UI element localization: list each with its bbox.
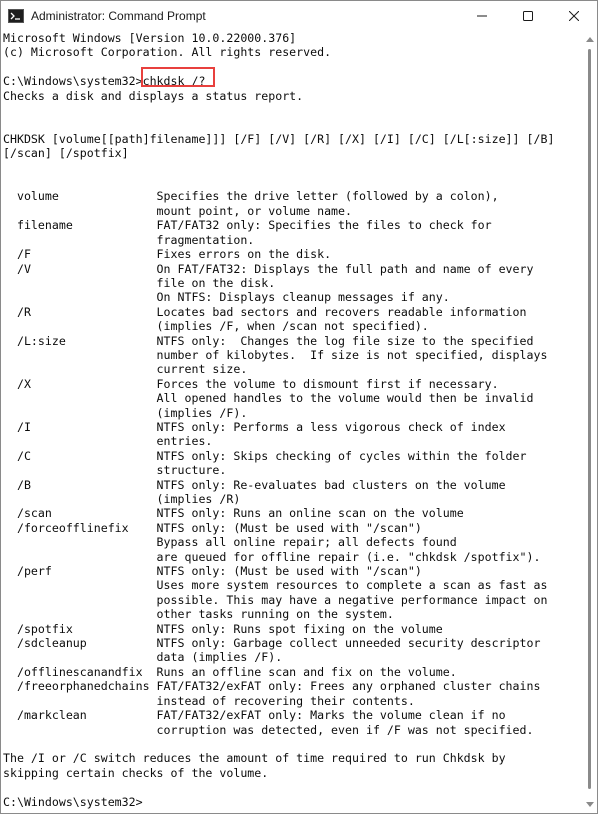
console-line: file on the disk.: [3, 275, 276, 290]
console-line: number of kilobytes. If size is not spec…: [3, 347, 548, 362]
console-output: Microsoft Windows [Version 10.0.22000.37…: [3, 31, 554, 809]
console-line: /markclean FAT/FAT32/exFAT only: Marks t…: [3, 708, 506, 723]
console-line: Checks a disk and displays a status repo…: [3, 88, 304, 103]
console-area[interactable]: Microsoft Windows [Version 10.0.22000.37…: [1, 31, 583, 813]
console-line: /L:size NTFS only: Changes the log file …: [3, 333, 534, 348]
console-line: /R Locates bad sectors and recovers read…: [3, 304, 527, 319]
scrollbar-thumb[interactable]: [588, 49, 591, 789]
console-line: entries.: [3, 434, 213, 449]
console-line: /scan NTFS only: Runs an online scan on …: [3, 506, 464, 521]
console-line: (c) Microsoft Corporation. All rights re…: [3, 45, 332, 60]
console-line: /V On FAT/FAT32: Displays the full path …: [3, 261, 534, 276]
cmd-icon: [8, 8, 24, 24]
maximize-button[interactable]: [505, 1, 551, 31]
console-line: /sdcleanup NTFS only: Garbage collect un…: [3, 636, 541, 651]
console-line: The /I or /C switch reduces the amount o…: [3, 751, 506, 766]
console-line: corruption was detected, even if /F was …: [3, 722, 534, 737]
console-line: /I NTFS only: Performs a less vigorous c…: [3, 419, 506, 434]
console-line: C:\Windows\system32>chkdsk /?: [3, 74, 206, 89]
console-line: current size.: [3, 362, 248, 377]
console-line: /F Fixes errors on the disk.: [3, 247, 332, 262]
console-line: C:\Windows\system32>: [3, 794, 143, 809]
console-line: instead of recovering their contents.: [3, 693, 415, 708]
console-line: /X Forces the volume to dismount first i…: [3, 376, 499, 391]
console-line: [/scan] [/spotfix]: [3, 146, 129, 161]
close-icon: [569, 11, 579, 21]
command-prompt-window: Administrator: Command Prompt Microsoft …: [0, 0, 598, 814]
console-line: /C NTFS only: Skips checking of cycles w…: [3, 448, 527, 463]
console-line: /B NTFS only: Re-evaluates bad clusters …: [3, 477, 506, 492]
console-line: volume Specifies the drive letter (follo…: [3, 189, 499, 204]
console-line: (implies /R): [3, 492, 241, 506]
minimize-button[interactable]: [459, 1, 505, 31]
vertical-scrollbar[interactable]: [583, 31, 597, 813]
console-line: structure.: [3, 463, 227, 478]
console-line: /spotfix NTFS only: Runs spot fixing on …: [3, 621, 443, 636]
console-line: filename FAT/FAT32 only: Specifies the f…: [3, 218, 492, 233]
console-line: fragmentation.: [3, 232, 255, 247]
console-line: (implies /F, when /scan not specified).: [3, 319, 429, 334]
console-line: CHKDSK [volume[[path]filename]]] [/F] [/…: [3, 131, 555, 146]
console-line: Microsoft Windows [Version 10.0.22000.37…: [3, 31, 297, 45]
close-button[interactable]: [551, 1, 597, 31]
console-line: (implies /F).: [3, 405, 248, 420]
console-line: On NTFS: Displays cleanup messages if an…: [3, 290, 450, 305]
console-line: /freeorphanedchains FAT/FAT32/exFAT only…: [3, 679, 541, 694]
console-line: mount point, or volume name.: [3, 203, 353, 218]
maximize-icon: [523, 11, 533, 21]
console-line: skipping certain checks of the volume.: [3, 765, 269, 780]
title-bar[interactable]: Administrator: Command Prompt: [1, 1, 597, 31]
console-line: /perf NTFS only: (Must be used with "/sc…: [3, 564, 422, 579]
console-line: possible. This may have a negative perfo…: [3, 592, 548, 607]
console-line: data (implies /F).: [3, 650, 283, 665]
console-line: /offlinescanandfix Runs an offline scan …: [3, 664, 457, 679]
scroll-up-icon[interactable]: [586, 37, 594, 42]
minimize-icon: [477, 15, 487, 17]
console-line: /forceofflinefix NTFS only: (Must be use…: [3, 520, 422, 535]
console-line: other tasks running on the system.: [3, 607, 394, 622]
console-line: All opened handles to the volume would t…: [3, 391, 534, 406]
window-controls: [459, 1, 597, 31]
scroll-down-icon[interactable]: [586, 802, 594, 807]
console-line: Bypass all online repair; all defects fo…: [3, 535, 457, 550]
window-title: Administrator: Command Prompt: [31, 9, 206, 23]
console-line: are queued for offline repair (i.e. "chk…: [3, 549, 541, 564]
console-line: Uses more system resources to complete a…: [3, 578, 548, 593]
